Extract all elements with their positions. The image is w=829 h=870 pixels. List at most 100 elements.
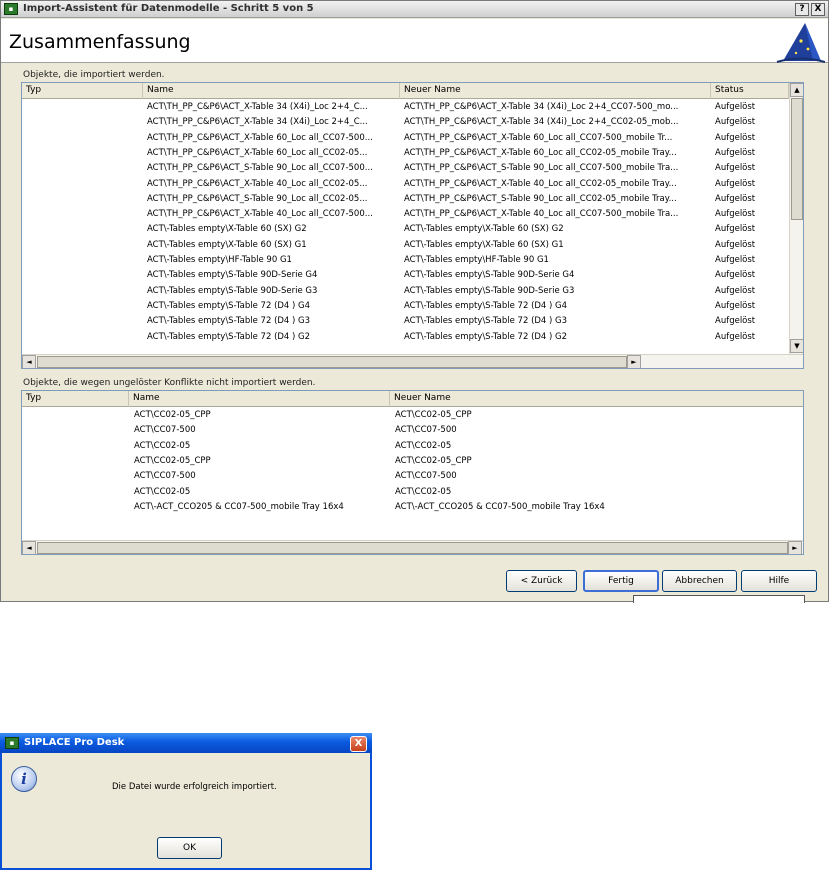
ok-button[interactable]: OK [157, 837, 222, 859]
status-cell: Aufgelöst [715, 224, 756, 235]
wizard-title: Import-Assistent für Datenmodelle - Schr… [23, 3, 314, 14]
new-name-cell: ACT\CC02-05_CPP [395, 410, 472, 420]
scroll-right-arrow-icon[interactable]: ► [627, 355, 641, 368]
name-cell: ACT\TH_PP_C&P6\ACT_X-Table 60_Loc all_CC… [147, 132, 373, 143]
scroll-left-arrow-icon[interactable]: ◄ [22, 355, 36, 368]
info-icon: i [11, 766, 37, 792]
name-cell: ACT\TH_PP_C&P6\ACT_X-Table 40_Loc all_CC… [147, 178, 368, 189]
table-row[interactable]: TableACT\-Tables empty\S-Table 90D-Serie… [22, 284, 789, 299]
table-row[interactable]: ComponentShapeACT\CC07-500ACT\CC07-500 [22, 469, 803, 484]
table-row[interactable]: TableACT\-Tables empty\X-Table 60 (SX) G… [22, 238, 789, 253]
status-cell: Aufgelöst [715, 331, 756, 342]
table-row[interactable]: ComponentACT\CC02-05ACT\CC02-05 [22, 439, 803, 454]
import-wizard-window: ▪ Import-Assistent für Datenmodelle - Sc… [0, 0, 829, 603]
table-row[interactable]: TableACT\-Tables empty\S-Table 90D-Serie… [22, 268, 789, 283]
message-dialog: ▪ SIPLACE Pro Desk X i Die Datei wurde e… [0, 733, 372, 870]
status-cell: Aufgelöst [715, 178, 756, 189]
status-cell: Aufgelöst [715, 285, 756, 296]
new-name-cell: ACT\CC07-500 [395, 425, 457, 436]
name-cell: ACT\TH_PP_C&P6\ACT_S-Table 90_Loc all_CC… [147, 193, 368, 204]
table-row[interactable]: ComponentACT\CC07-500ACT\CC07-500 [22, 423, 803, 438]
status-cell: Aufgelöst [715, 255, 756, 265]
table-row[interactable]: TableACT\TH_PP_C&P6\ACT_X-Table 60_Loc a… [22, 146, 789, 161]
app-icon: ▪ [5, 737, 19, 749]
imported-list-header: Typ Name Neuer Name Status [22, 83, 789, 99]
name-cell: ACT\-Tables empty\HF-Table 90 G1 [147, 255, 292, 265]
help-button[interactable]: Hilfe [741, 570, 817, 592]
status-cell: Aufgelöst [715, 147, 756, 158]
scroll-right-arrow-icon[interactable]: ► [788, 541, 802, 554]
dialog-close-button[interactable]: X [350, 736, 367, 752]
table-row[interactable]: TableACT\TH_PP_C&P6\ACT_S-Table 90_Loc a… [22, 192, 789, 207]
new-name-cell: ACT\-Tables empty\S-Table 72 (D4 ) G3 [404, 316, 568, 327]
table-row[interactable]: TableACT\TH_PP_C&P6\ACT_X-Table 34 (X4i)… [22, 115, 789, 130]
column-header-new-name[interactable]: Neuer Name [400, 83, 711, 99]
status-cell: Aufgelöst [715, 239, 756, 250]
horizontal-scroll-thumb[interactable] [37, 356, 627, 368]
finish-button[interactable]: Fertig [583, 570, 659, 592]
name-cell: ACT\CC02-05 [134, 440, 191, 451]
table-row[interactable]: TableACT\-Tables empty\S-Table 72 (D4 ) … [22, 330, 789, 345]
table-row[interactable]: TableACT\TH_PP_C&P6\ACT_X-Table 60_Loc a… [22, 131, 789, 146]
column-header-new-name[interactable]: Neuer Name [390, 391, 803, 407]
table-row[interactable]: TableACT\TH_PP_C&P6\ACT_S-Table 90_Loc a… [22, 161, 789, 176]
name-cell: ACT\CC07-500 [134, 471, 196, 482]
name-cell: ACT\-Tables empty\S-Table 72 (D4 ) G2 [147, 331, 311, 342]
table-row[interactable]: TableACT\-Tables empty\S-Table 72 (D4 ) … [22, 314, 789, 329]
imported-horizontal-scrollbar[interactable]: ◄ ► [22, 354, 803, 368]
column-header-name[interactable]: Name [129, 391, 390, 407]
dialog-title: SIPLACE Pro Desk [24, 737, 125, 748]
status-cell: Aufgelöst [715, 102, 756, 112]
new-name-cell: ACT\CC02-05_CPP [395, 455, 472, 466]
wizard-titlebar: ▪ Import-Assistent für Datenmodelle - Sc… [1, 1, 828, 18]
table-row[interactable]: TableACT\-Tables empty\S-Table 72 (D4 ) … [22, 299, 789, 314]
new-name-cell: ACT\CC02-05 [395, 440, 452, 451]
table-row[interactable]: ComponentShapeACT\CC02-05ACT\CC02-05 [22, 485, 803, 500]
dialog-titlebar: ▪ SIPLACE Pro Desk X [0, 733, 372, 753]
imported-objects-list[interactable]: Typ Name Neuer Name Status TableACT\TH_P… [21, 82, 804, 369]
status-cell: Aufgelöst [715, 316, 756, 327]
table-row[interactable]: ComponentACT\CC02-05_CPPACT\CC02-05_CPP [22, 408, 803, 423]
title-close-button[interactable]: X [811, 3, 825, 16]
status-cell: Aufgelöst [715, 300, 756, 311]
column-header-typ[interactable]: Typ [22, 83, 143, 99]
dialog-message: Die Datei wurde erfolgreich importiert. [112, 782, 277, 792]
new-name-cell: ACT\TH_PP_C&P6\ACT_X-Table 60_Loc all_CC… [404, 132, 673, 143]
table-row[interactable]: ComponentShapeACT\CC02-05_CPPACT\CC02-05… [22, 454, 803, 469]
title-help-button[interactable]: ? [795, 3, 809, 16]
scroll-down-arrow-icon[interactable]: ▼ [790, 339, 803, 353]
conflict-objects-list[interactable]: Typ Name Neuer Name ComponentACT\CC02-05… [21, 390, 804, 555]
status-cell: Aufgelöst [715, 163, 756, 174]
scroll-up-arrow-icon[interactable]: ▲ [790, 83, 803, 97]
page-title: Zusammenfassung [9, 31, 191, 53]
vertical-scroll-thumb[interactable] [791, 98, 803, 220]
conflict-horizontal-scrollbar[interactable]: ◄ ► [22, 540, 803, 554]
table-row[interactable]: TrayReserveTypeACT\-ACT_CCO205 & CC07-50… [22, 500, 803, 515]
column-header-name[interactable]: Name [143, 83, 400, 99]
name-cell: ACT\TH_PP_C&P6\ACT_X-Table 40_Loc all_CC… [147, 209, 373, 220]
table-row[interactable]: TableACT\-Tables empty\X-Table 60 (SX) G… [22, 222, 789, 237]
new-name-cell: ACT\TH_PP_C&P6\ACT_X-Table 34 (X4i)_Loc … [404, 117, 679, 128]
name-cell: ACT\CC02-05_CPP [134, 455, 211, 466]
conflict-section-label: Objekte, die wegen ungelöster Konflikte … [23, 378, 316, 388]
table-row[interactable]: TableACT\-Tables empty\HF-Table 90 G1ACT… [22, 253, 789, 268]
horizontal-scroll-thumb[interactable] [37, 542, 788, 554]
table-row[interactable]: TableACT\TH_PP_C&P6\ACT_X-Table 40_Loc a… [22, 177, 789, 192]
name-cell: ACT\TH_PP_C&P6\ACT_X-Table 34 (X4i)_Loc … [147, 117, 368, 128]
column-header-status[interactable]: Status [711, 83, 789, 99]
table-row[interactable]: TableACT\TH_PP_C&P6\ACT_X-Table 40_Loc a… [22, 207, 789, 222]
name-cell: ACT\-Tables empty\X-Table 60 (SX) G2 [147, 224, 307, 235]
imported-vertical-scrollbar[interactable]: ▲ ▼ [789, 83, 803, 354]
cancel-button[interactable]: Abbrechen [662, 570, 737, 592]
back-button[interactable]: < Zurück [506, 570, 577, 592]
new-name-cell: ACT\-Tables empty\HF-Table 90 G1 [404, 255, 549, 265]
new-name-cell: ACT\-Tables empty\X-Table 60 (SX) G2 [404, 224, 564, 235]
table-row[interactable]: TableACT\TH_PP_C&P6\ACT_X-Table 34 (X4i)… [22, 100, 789, 115]
column-header-typ[interactable]: Typ [22, 391, 129, 407]
status-cell: Aufgelöst [715, 209, 756, 220]
wizard-header: Zusammenfassung [1, 19, 828, 63]
name-cell: ACT\CC02-05 [134, 486, 191, 497]
new-name-cell: ACT\-Tables empty\S-Table 72 (D4 ) G4 [404, 300, 568, 311]
new-name-cell: ACT\TH_PP_C&P6\ACT_X-Table 40_Loc all_CC… [404, 209, 679, 220]
scroll-left-arrow-icon[interactable]: ◄ [22, 541, 36, 554]
